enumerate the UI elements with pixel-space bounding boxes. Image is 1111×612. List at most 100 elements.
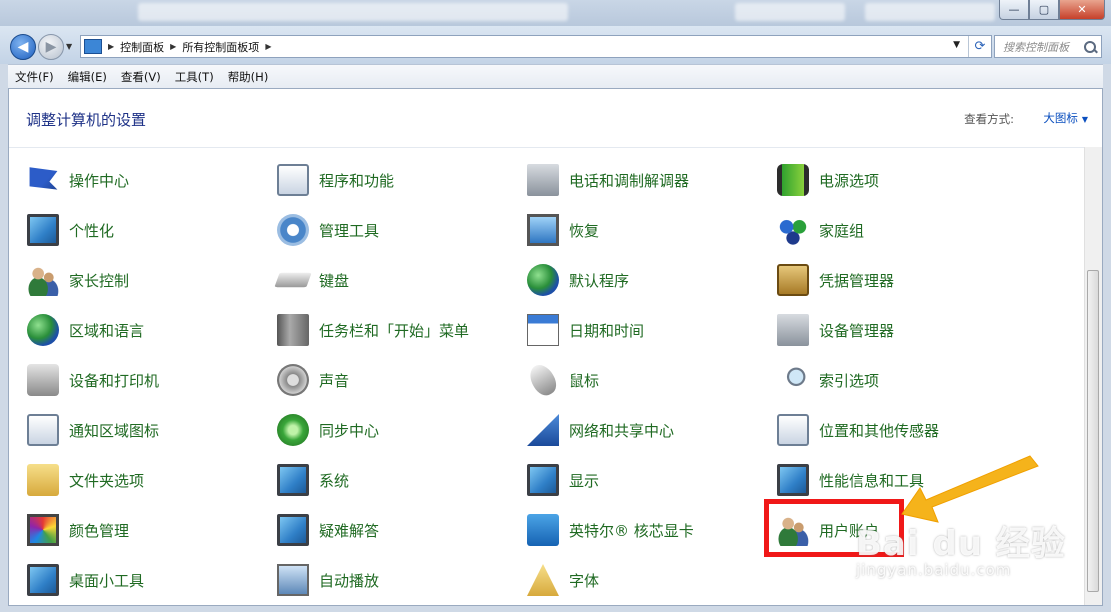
chevron-right-icon[interactable]: ▶ — [108, 42, 114, 51]
programs-features-icon[interactable] — [277, 164, 309, 196]
search-icon[interactable] — [1083, 40, 1097, 54]
control-panel-item-label[interactable]: 系统 — [319, 470, 349, 491]
control-panel-item-label[interactable]: 同步中心 — [319, 420, 379, 441]
troubleshooting-icon[interactable] — [277, 514, 309, 546]
region-language-icon[interactable] — [27, 314, 59, 346]
control-panel-item-label[interactable]: 设备管理器 — [819, 320, 894, 341]
control-panel-item-label[interactable]: 键盘 — [319, 270, 349, 291]
recent-pages-dropdown[interactable]: ▼ — [66, 42, 72, 51]
control-panel-item-label[interactable]: 英特尔® 核芯显卡 — [569, 520, 694, 541]
control-panel-item[interactable]: 位置和其他传感器 — [777, 412, 939, 448]
control-panel-item-label[interactable]: 自动播放 — [319, 570, 379, 591]
search-input[interactable]: 搜索控制面板 — [994, 35, 1102, 58]
system-icon[interactable] — [277, 464, 309, 496]
menu-item[interactable]: 工具(T) — [168, 69, 221, 85]
minimize-button[interactable]: — — [999, 0, 1029, 20]
control-panel-item-label[interactable]: 性能信息和工具 — [819, 470, 924, 491]
control-panel-item[interactable]: 桌面小工具 — [27, 562, 144, 598]
control-panel-item[interactable]: 家长控制 — [27, 262, 129, 298]
control-panel-item-label[interactable]: 恢复 — [569, 220, 599, 241]
control-panel-item[interactable]: 电话和调制解调器 — [527, 162, 689, 198]
personalization-icon[interactable] — [27, 214, 59, 246]
taskbar-start-menu-icon[interactable] — [277, 314, 309, 346]
folder-options-icon[interactable] — [27, 464, 59, 496]
sync-center-icon[interactable] — [277, 414, 309, 446]
control-panel-item-label[interactable]: 位置和其他传感器 — [819, 420, 939, 441]
control-panel-item-label[interactable]: 桌面小工具 — [69, 570, 144, 591]
mouse-icon[interactable] — [525, 360, 561, 400]
control-panel-item-label[interactable]: 默认程序 — [569, 270, 629, 291]
control-panel-item[interactable]: 索引选项 — [777, 362, 879, 398]
action-center-flag-icon[interactable] — [29, 167, 58, 190]
maximize-button[interactable]: ▢ — [1029, 0, 1059, 20]
intel-graphics-icon[interactable] — [527, 514, 559, 546]
network-sharing-icon[interactable] — [527, 414, 559, 446]
view-by-dropdown[interactable]: 大图标 ▼ — [1043, 110, 1088, 126]
control-panel-item-label[interactable]: 日期和时间 — [569, 320, 644, 341]
control-panel-item-label[interactable]: 设备和打印机 — [69, 370, 159, 391]
credential-manager-icon[interactable] — [777, 264, 809, 296]
control-panel-item[interactable]: 家庭组 — [777, 212, 864, 248]
scrollbar-thumb[interactable] — [1087, 270, 1099, 592]
control-panel-item-label[interactable]: 操作中心 — [69, 170, 129, 191]
performance-info-icon[interactable] — [777, 464, 809, 496]
keyboard-icon[interactable] — [274, 272, 312, 288]
phone-modem-icon[interactable] — [527, 164, 559, 196]
control-panel-item-label[interactable]: 通知区域图标 — [69, 420, 159, 441]
address-bar[interactable]: ▶ 控制面板 ▶ 所有控制面板项 ▶ ▼ ⟳ — [80, 35, 992, 58]
control-panel-item[interactable]: 声音 — [277, 362, 349, 398]
control-panel-item[interactable]: 自动播放 — [277, 562, 379, 598]
control-panel-item[interactable]: 设备和打印机 — [27, 362, 159, 398]
back-button[interactable]: ◀ — [10, 34, 36, 60]
control-panel-item-label[interactable]: 区域和语言 — [69, 320, 144, 341]
control-panel-item-label[interactable]: 用户账户 — [819, 520, 879, 541]
control-panel-item-label[interactable]: 电话和调制解调器 — [569, 170, 689, 191]
chevron-right-icon[interactable]: ▶ — [265, 42, 271, 51]
menu-item[interactable]: 帮助(H) — [221, 69, 276, 85]
control-panel-item-label[interactable]: 疑难解答 — [319, 520, 379, 541]
chevron-right-icon[interactable]: ▶ — [170, 42, 176, 51]
control-panel-item-label[interactable]: 家长控制 — [69, 270, 129, 291]
refresh-icon[interactable]: ⟳ — [968, 36, 991, 57]
control-panel-item[interactable]: 通知区域图标 — [27, 412, 159, 448]
control-panel-item-label[interactable]: 显示 — [569, 470, 599, 491]
control-panel-item-label[interactable]: 文件夹选项 — [69, 470, 144, 491]
control-panel-item[interactable]: 疑难解答 — [277, 512, 379, 548]
close-button[interactable]: ✕ — [1059, 0, 1105, 20]
control-panel-item-label[interactable]: 字体 — [569, 570, 599, 591]
control-panel-item-label[interactable]: 声音 — [319, 370, 349, 391]
location-sensors-icon[interactable] — [777, 414, 809, 446]
breadcrumb-control-panel[interactable]: 控制面板 — [120, 39, 164, 55]
power-options-icon[interactable] — [777, 164, 809, 196]
control-panel-item[interactable]: 同步中心 — [277, 412, 379, 448]
control-panel-item-label[interactable]: 家庭组 — [819, 220, 864, 241]
control-panel-item-label[interactable]: 索引选项 — [819, 370, 879, 391]
control-panel-item-label[interactable]: 颜色管理 — [69, 520, 129, 541]
parental-controls-icon[interactable] — [27, 264, 59, 296]
control-panel-item[interactable]: 鼠标 — [525, 360, 599, 400]
control-panel-item-label[interactable]: 个性化 — [69, 220, 114, 241]
control-panel-item[interactable]: 程序和功能 — [277, 162, 394, 198]
control-panel-item[interactable]: 管理工具 — [277, 212, 379, 248]
control-panel-item-label[interactable]: 任务栏和「开始」菜单 — [319, 320, 469, 341]
control-panel-item[interactable]: 键盘 — [274, 262, 349, 298]
chevron-down-icon[interactable]: ▼ — [1082, 115, 1088, 124]
control-panel-item[interactable]: 恢复 — [527, 212, 599, 248]
control-panel-item[interactable]: 个性化 — [27, 212, 114, 248]
control-panel-item[interactable]: 英特尔® 核芯显卡 — [527, 512, 694, 548]
autoplay-icon[interactable] — [277, 564, 309, 596]
control-panel-item-label[interactable]: 鼠标 — [569, 370, 599, 391]
vertical-scrollbar[interactable] — [1084, 147, 1102, 605]
default-programs-icon[interactable] — [527, 264, 559, 296]
control-panel-item-label[interactable]: 电源选项 — [819, 170, 879, 191]
control-panel-item[interactable]: 区域和语言 — [27, 312, 144, 348]
control-panel-item[interactable]: 字体 — [527, 562, 599, 598]
display-icon[interactable] — [527, 464, 559, 496]
user-accounts-icon[interactable] — [777, 514, 809, 546]
forward-button[interactable]: ▶ — [38, 34, 64, 60]
control-panel-item[interactable]: 颜色管理 — [27, 512, 129, 548]
sound-icon[interactable] — [277, 364, 309, 396]
control-panel-item-label[interactable]: 凭据管理器 — [819, 270, 894, 291]
control-panel-item[interactable]: 系统 — [277, 462, 349, 498]
devices-printers-icon[interactable] — [27, 364, 59, 396]
